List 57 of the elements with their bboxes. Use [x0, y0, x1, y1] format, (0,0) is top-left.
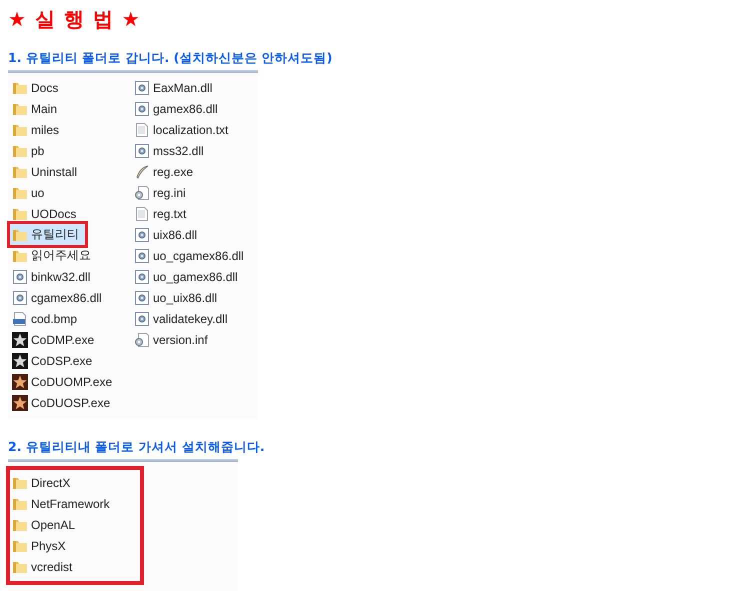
step-heading: 1. 유틸리티 폴더로 갑니다. (설치하신분은 안하셔도됨): [8, 50, 332, 67]
star-icon: [12, 332, 28, 348]
page-title: ★ 실 행 법 ★: [8, 6, 142, 33]
file-item[interactable]: vcredist: [10, 556, 72, 577]
file-item[interactable]: miles: [10, 119, 60, 140]
file-item[interactable]: EaxMan.dll: [132, 77, 212, 98]
gear-file-icon: [134, 80, 150, 96]
star-icon: [12, 374, 28, 390]
file-item[interactable]: Docs: [10, 77, 58, 98]
file-item[interactable]: uo: [10, 182, 44, 203]
file-item[interactable]: PhysX: [10, 535, 66, 556]
file-item[interactable]: binkw32.dll: [10, 266, 90, 287]
quill-icon: [134, 164, 150, 180]
gear-file-icon: [134, 248, 150, 264]
file-item[interactable]: reg.exe: [132, 161, 194, 182]
gear-file-icon: [134, 268, 150, 284]
file-item[interactable]: pb: [10, 140, 44, 161]
settings-file-icon: [134, 332, 150, 348]
image-file-icon: [12, 310, 28, 326]
file-item[interactable]: uo_gamex86.dll: [132, 266, 238, 287]
file-item[interactable]: CoDUOMP.exe: [10, 371, 112, 392]
file-item[interactable]: 읽어주세요: [10, 245, 91, 266]
file-item[interactable]: cgamex86.dll: [10, 287, 102, 308]
file-item[interactable]: CoDSP.exe: [10, 350, 92, 371]
star-icon: [12, 394, 28, 410]
file-item[interactable]: cod.bmp: [10, 308, 78, 329]
settings-file-icon: [134, 184, 150, 200]
file-item[interactable]: DirectX: [10, 472, 70, 493]
file-item[interactable]: NetFramework: [10, 493, 110, 514]
file-item[interactable]: uo_uix86.dll: [132, 287, 218, 308]
file-item[interactable]: validatekey.dll: [132, 308, 228, 329]
file-item[interactable]: OpenAL: [10, 514, 76, 535]
file-item[interactable]: Main: [10, 98, 58, 119]
file-item[interactable]: UODocs: [10, 203, 76, 224]
file-item[interactable]: CoDUOSP.exe: [10, 392, 110, 413]
star-icon: [12, 352, 28, 368]
gear-file-icon: [12, 290, 28, 306]
gear-file-icon: [134, 290, 150, 306]
gear-file-icon: [134, 100, 150, 116]
gear-file-icon: [12, 268, 28, 284]
file-item[interactable]: reg.ini: [132, 182, 186, 203]
file-item[interactable]: CoDMP.exe: [10, 329, 94, 350]
file-item[interactable]: gamex86.dll: [132, 98, 218, 119]
file-item[interactable]: Uninstall: [10, 161, 78, 182]
file-item[interactable]: localization.txt: [132, 119, 228, 140]
gear-file-icon: [134, 310, 150, 326]
file-item[interactable]: 유틸리티: [10, 224, 85, 245]
file-item[interactable]: version.inf: [132, 329, 208, 350]
file-item[interactable]: uo_cgamex86.dll: [132, 245, 244, 266]
file-item[interactable]: mss32.dll: [132, 140, 204, 161]
file-item[interactable]: uix86.dll: [132, 224, 198, 245]
gear-file-icon: [134, 226, 150, 242]
file-item[interactable]: reg.txt: [132, 203, 186, 224]
document-icon: [134, 122, 150, 138]
document-icon: [134, 206, 150, 222]
step-heading: 2. 유틸리티내 폴더로 가셔서 설치해줍니다.: [8, 439, 265, 456]
gear-file-icon: [134, 142, 150, 158]
